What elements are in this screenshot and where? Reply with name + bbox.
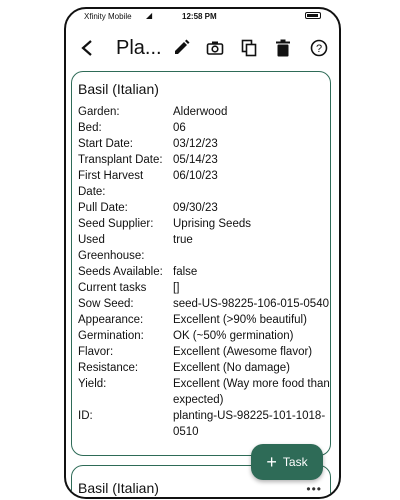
- detail-label: ID:: [78, 410, 93, 422]
- camera-icon[interactable]: [204, 37, 226, 59]
- detail-row: ID: planting-US-98225-101-1018-0510: [78, 408, 330, 440]
- detail-row: Yield: Excellent (Way more food than expe…: [78, 376, 330, 408]
- detail-label: First Harvest Date:: [78, 170, 144, 198]
- planting-card[interactable]: Basil (Italian) Garden: Alderwood Bed: 06 …: [71, 71, 331, 456]
- detail-label: Seed Supplier:: [78, 218, 154, 230]
- detail-row: Seed Supplier: Uprising Seeds: [78, 216, 330, 232]
- status-bar: Xfinity Mobile ◢ 12:58 PM: [66, 9, 339, 23]
- carrier-label: Xfinity Mobile: [84, 12, 132, 21]
- detail-row: Seeds Available: false: [78, 264, 330, 280]
- battery-icon: [305, 12, 321, 19]
- detail-row: Pull Date: 09/30/23: [78, 200, 330, 216]
- planting-title: Basil (Italian): [78, 81, 159, 97]
- detail-label: Current tasks: [78, 282, 147, 294]
- more-options-icon[interactable]: •••: [306, 482, 322, 496]
- detail-value: false: [173, 266, 198, 278]
- add-task-label: Task: [282, 455, 308, 469]
- detail-value: 05/14/23: [173, 154, 218, 166]
- detail-label: Transplant Date:: [78, 154, 163, 166]
- back-arrow-icon[interactable]: [76, 37, 98, 59]
- detail-row: Appearance: Excellent (>90% beautiful): [78, 312, 330, 328]
- detail-value: true: [173, 234, 193, 246]
- detail-label: Garden:: [78, 106, 120, 118]
- detail-value: Excellent (Awesome flavor): [173, 346, 313, 358]
- detail-value: []: [173, 282, 180, 294]
- detail-value: Excellent (Way more food than expected): [173, 378, 330, 406]
- page-title: Pla...: [116, 37, 162, 59]
- detail-label: Germination:: [78, 330, 144, 342]
- detail-label: Yield:: [78, 378, 107, 390]
- help-icon[interactable]: ?: [308, 37, 330, 59]
- detail-value: Excellent (>90% beautiful): [173, 314, 307, 326]
- detail-label: Resistance:: [78, 362, 139, 374]
- detail-value: OK (~50% germination): [173, 330, 294, 342]
- detail-row: Start Date: 03/12/23: [78, 136, 330, 152]
- detail-row: Flavor: Excellent (Awesome flavor): [78, 344, 330, 360]
- detail-value: planting-US-98225-101-1018-0510: [173, 410, 326, 438]
- edit-pencil-icon[interactable]: [170, 37, 192, 59]
- detail-row: Germination: OK (~50% germination): [78, 328, 330, 344]
- detail-row: Garden: Alderwood: [78, 104, 330, 120]
- detail-label: Flavor:: [78, 346, 114, 358]
- detail-value: seed-US-98225-106-015-0540: [173, 298, 329, 310]
- detail-row: Bed: 06: [78, 120, 330, 136]
- detail-row: First Harvest Date: 06/10/23: [78, 168, 330, 200]
- detail-value: 03/12/23: [173, 138, 218, 150]
- detail-value: Alderwood: [173, 106, 228, 118]
- detail-row: Transplant Date: 05/14/23: [78, 152, 330, 168]
- detail-label: Sow Seed:: [78, 298, 134, 310]
- detail-label: Seeds Available:: [78, 266, 163, 278]
- detail-value: Uprising Seeds: [173, 218, 251, 230]
- detail-row: Sow Seed: seed-US-98225-106-015-0540: [78, 296, 330, 312]
- svg-text:?: ?: [316, 43, 322, 55]
- detail-value: 09/30/23: [173, 202, 218, 214]
- detail-value: 06/10/23: [173, 170, 218, 182]
- wifi-icon: ◢: [146, 11, 153, 20]
- clock-time: 12:58 PM: [182, 12, 217, 21]
- phone-frame: Xfinity Mobile ◢ 12:58 PM Pla... ? Basil…: [64, 7, 341, 499]
- plus-icon: +: [266, 452, 277, 472]
- detail-label: Pull Date:: [78, 202, 128, 214]
- detail-label: Used Greenhouse:: [78, 234, 145, 262]
- detail-label: Bed:: [78, 122, 102, 134]
- add-task-button[interactable]: + Task: [251, 444, 323, 480]
- detail-row: Resistance: Excellent (No damage): [78, 360, 330, 376]
- app-bar: Pla... ?: [66, 27, 339, 69]
- copy-icon[interactable]: [238, 37, 260, 59]
- detail-label: Start Date:: [78, 138, 133, 150]
- detail-value: 06: [173, 122, 186, 134]
- next-planting-title: Basil (Italian): [78, 480, 159, 496]
- detail-value: Excellent (No damage): [173, 362, 290, 374]
- delete-trash-icon[interactable]: [272, 37, 294, 59]
- planting-details: Garden: Alderwood Bed: 06 Start Date: 03/12…: [78, 104, 330, 440]
- detail-row: Used Greenhouse: true: [78, 232, 330, 264]
- detail-row: Current tasks []: [78, 280, 330, 296]
- detail-label: Appearance:: [78, 314, 144, 326]
